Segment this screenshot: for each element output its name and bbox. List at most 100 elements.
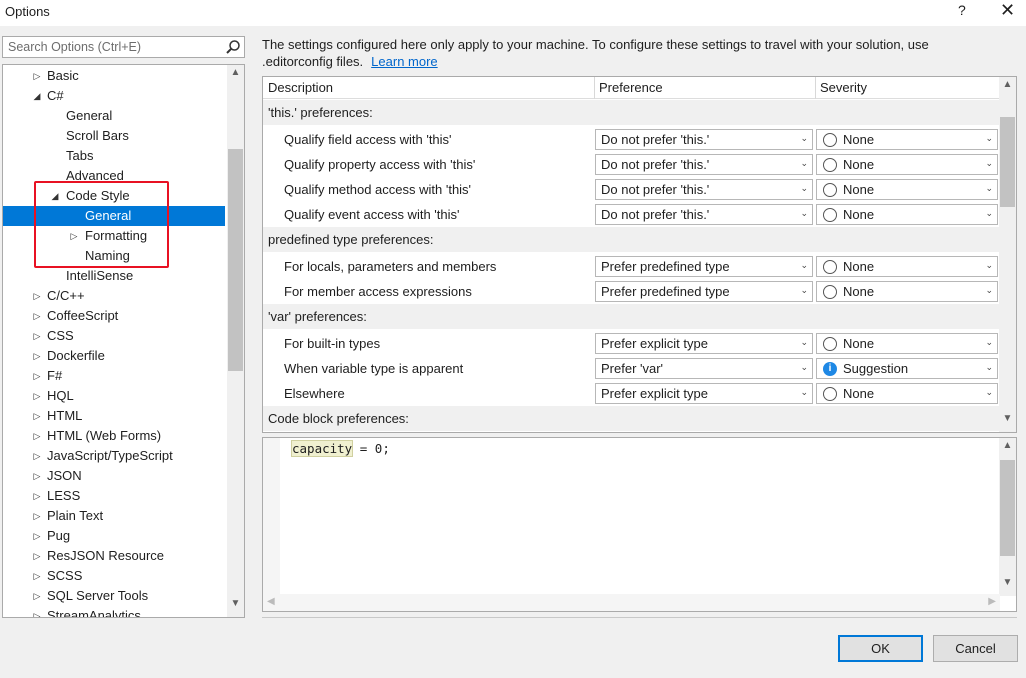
severity-value: None — [843, 132, 875, 147]
severity-dropdown[interactable]: None ⌄ — [816, 204, 998, 225]
severity-dropdown[interactable]: None ⌄ — [816, 129, 998, 150]
tree-scrollbar[interactable]: ▲ ▼ — [227, 65, 244, 617]
expand-arrow-icon[interactable]: ▷ — [32, 506, 42, 526]
tree-item-label: SCSS — [47, 568, 83, 583]
radio-empty-icon — [823, 133, 837, 147]
severity-dropdown[interactable]: None ⌄ — [816, 383, 998, 404]
tree-item[interactable]: Scroll Bars — [3, 126, 225, 146]
learn-more-link[interactable]: Learn more — [371, 54, 437, 69]
expand-arrow-icon[interactable]: ▷ — [32, 386, 42, 406]
tree-item[interactable]: ▷ Plain Text — [3, 506, 225, 526]
tree-item[interactable]: ▷ LESS — [3, 486, 225, 506]
expand-arrow-icon[interactable]: ▷ — [32, 66, 42, 86]
tree-item[interactable]: IntelliSense — [3, 266, 225, 286]
preference-dropdown[interactable]: Do not prefer 'this.' ⌄ — [595, 179, 813, 200]
tree-item[interactable]: ◢ C# — [3, 86, 225, 106]
cancel-button[interactable]: Cancel — [933, 635, 1018, 662]
preference-dropdown[interactable]: Do not prefer 'this.' ⌄ — [595, 154, 813, 175]
expand-arrow-icon[interactable]: ▷ — [32, 326, 42, 346]
chevron-down-icon: ⌄ — [800, 208, 808, 218]
column-header-severity[interactable]: Severity — [820, 80, 867, 95]
tree-item[interactable]: ▷ HTML — [3, 406, 225, 426]
scroll-down-icon[interactable]: ▼ — [999, 413, 1016, 430]
column-header-description[interactable]: Description — [268, 80, 333, 95]
scroll-left-icon[interactable]: ◀ — [267, 596, 275, 607]
ok-button[interactable]: OK — [838, 635, 923, 662]
expand-arrow-icon[interactable]: ▷ — [32, 366, 42, 386]
help-button[interactable]: ? — [958, 2, 966, 18]
preference-dropdown[interactable]: Prefer explicit type ⌄ — [595, 383, 813, 404]
code-style-grid[interactable]: Description Preference Severity 'this.' … — [262, 76, 1017, 433]
collapse-arrow-icon[interactable]: ◢ — [32, 86, 42, 106]
preference-dropdown[interactable]: Do not prefer 'this.' ⌄ — [595, 204, 813, 225]
preference-dropdown[interactable]: Prefer 'var' ⌄ — [595, 358, 813, 379]
search-icon[interactable] — [225, 39, 241, 55]
scroll-down-icon[interactable]: ▼ — [999, 577, 1016, 594]
expand-arrow-icon[interactable]: ▷ — [32, 586, 42, 606]
scroll-up-icon[interactable]: ▲ — [227, 67, 244, 84]
preference-dropdown[interactable]: Prefer predefined type ⌄ — [595, 281, 813, 302]
tree-item[interactable]: ▷ Dockerfile — [3, 346, 225, 366]
tree-item[interactable]: ▷ JSON — [3, 466, 225, 486]
tree-item[interactable]: ▷ JavaScript/TypeScript — [3, 446, 225, 466]
expand-arrow-icon[interactable]: ▷ — [32, 306, 42, 326]
code-scroll-thumb[interactable] — [1000, 460, 1015, 556]
severity-dropdown[interactable]: i Suggestion ⌄ — [816, 358, 998, 379]
severity-dropdown[interactable]: None ⌄ — [816, 179, 998, 200]
tree-item[interactable]: ▷ C/C++ — [3, 286, 225, 306]
scroll-right-icon[interactable]: ▶ — [988, 596, 996, 607]
preference-dropdown[interactable]: Prefer explicit type ⌄ — [595, 333, 813, 354]
tree-item-label: Dockerfile — [47, 348, 105, 363]
code-rest: = 0; — [352, 441, 390, 456]
expand-arrow-icon[interactable]: ▷ — [32, 606, 42, 617]
expand-arrow-icon[interactable]: ▷ — [32, 466, 42, 486]
tree-item[interactable]: Tabs — [3, 146, 225, 166]
severity-dropdown[interactable]: None ⌄ — [816, 281, 998, 302]
preference-dropdown[interactable]: Do not prefer 'this.' ⌄ — [595, 129, 813, 150]
preference-dropdown[interactable]: Prefer predefined type ⌄ — [595, 256, 813, 277]
close-button[interactable]: ✕ — [1000, 0, 1015, 21]
code-hscrollbar[interactable]: ◀ ▶ — [263, 594, 1000, 611]
tree-item[interactable]: ▷ CoffeeScript — [3, 306, 225, 326]
tree-item[interactable]: ▷ HTML (Web Forms) — [3, 426, 225, 446]
grid-scrollbar[interactable]: ▲ ▼ — [999, 77, 1016, 432]
option-label: For member access expressions — [284, 284, 472, 299]
severity-dropdown[interactable]: None ⌄ — [816, 256, 998, 277]
severity-dropdown[interactable]: None ⌄ — [816, 154, 998, 175]
tree-item[interactable]: ▷ HQL — [3, 386, 225, 406]
expand-arrow-icon[interactable]: ▷ — [32, 346, 42, 366]
tree-item-label: Scroll Bars — [66, 128, 129, 143]
code-preview[interactable]: capacity = 0; ▲ ▼ ◀ ▶ — [262, 437, 1017, 612]
expand-arrow-icon[interactable]: ▷ — [32, 446, 42, 466]
tree-item[interactable]: ▷ Basic — [3, 66, 225, 86]
severity-value: None — [843, 207, 875, 222]
section-header: predefined type preferences: — [263, 227, 1000, 252]
tree-item[interactable]: ▷ StreamAnalytics — [3, 606, 225, 617]
tree-item[interactable]: ▷ SQL Server Tools — [3, 586, 225, 606]
tree-item[interactable]: ▷ CSS — [3, 326, 225, 346]
tree-item-label: Basic — [47, 68, 79, 83]
expand-arrow-icon[interactable]: ▷ — [32, 526, 42, 546]
expand-arrow-icon[interactable]: ▷ — [32, 546, 42, 566]
expand-arrow-icon[interactable]: ▷ — [32, 566, 42, 586]
scroll-down-icon[interactable]: ▼ — [227, 598, 244, 615]
search-input[interactable]: Search Options (Ctrl+E) — [2, 36, 245, 58]
tree-item[interactable]: ▷ SCSS — [3, 566, 225, 586]
options-tree[interactable]: ▷ Basic ◢ C# General Scroll Bars Tabs Advanced ◢… — [2, 64, 245, 618]
tree-item[interactable]: ▷ Pug — [3, 526, 225, 546]
preference-value: Do not prefer 'this.' — [601, 157, 710, 172]
expand-arrow-icon[interactable]: ▷ — [32, 286, 42, 306]
tree-item[interactable]: ▷ ResJSON Resource — [3, 546, 225, 566]
severity-dropdown[interactable]: None ⌄ — [816, 333, 998, 354]
tree-item[interactable]: ▷ F# — [3, 366, 225, 386]
code-scrollbar[interactable]: ▲ ▼ — [999, 438, 1016, 596]
expand-arrow-icon[interactable]: ▷ — [32, 486, 42, 506]
scroll-up-icon[interactable]: ▲ — [999, 79, 1016, 96]
expand-arrow-icon[interactable]: ▷ — [32, 426, 42, 446]
tree-scroll-thumb[interactable] — [228, 149, 243, 371]
grid-scroll-thumb[interactable] — [1000, 117, 1015, 207]
tree-item[interactable]: General — [3, 106, 225, 126]
scroll-up-icon[interactable]: ▲ — [999, 440, 1016, 457]
expand-arrow-icon[interactable]: ▷ — [32, 406, 42, 426]
column-header-preference[interactable]: Preference — [599, 80, 663, 95]
